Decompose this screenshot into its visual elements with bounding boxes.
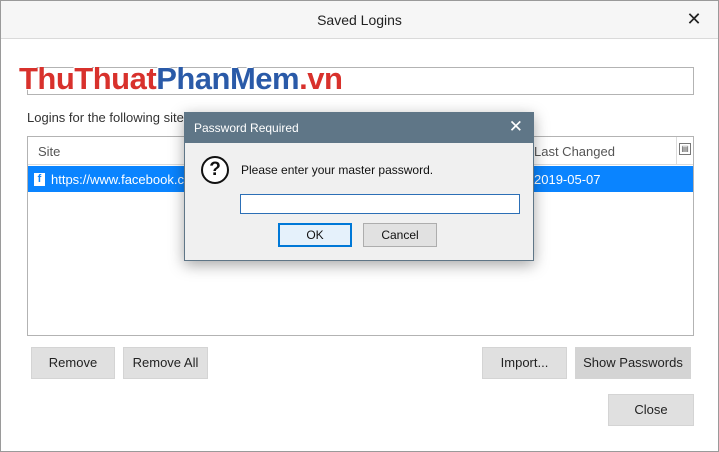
dialog-message: Please enter your master password. [241, 163, 434, 177]
window-titlebar: Saved Logins ✕ [1, 1, 718, 39]
master-password-input[interactable] [240, 194, 520, 214]
ok-button[interactable]: OK [278, 223, 352, 247]
remove-button[interactable]: Remove [31, 347, 115, 379]
dialog-close-icon[interactable]: ✕ [509, 117, 523, 137]
watermark-logo: ThuThuatPhanMem.vn [19, 61, 343, 96]
show-passwords-button[interactable]: Show Passwords [575, 347, 691, 379]
cancel-button[interactable]: Cancel [363, 223, 437, 247]
column-separator [676, 137, 677, 165]
password-required-dialog: Password Required ✕ ? Please enter your … [184, 112, 534, 261]
column-header-last-changed[interactable]: Last Changed [534, 144, 615, 159]
dialog-titlebar: Password Required ✕ [185, 113, 533, 143]
window-close-icon[interactable]: ✕ [684, 9, 704, 29]
facebook-icon: f [34, 173, 45, 186]
column-header-site[interactable]: Site [38, 144, 60, 159]
logins-description: Logins for the following sites [27, 110, 191, 125]
row-site: https://www.facebook.com [51, 172, 203, 187]
close-button[interactable]: Close [608, 394, 694, 426]
remove-all-button[interactable]: Remove All [123, 347, 208, 379]
import-button[interactable]: Import... [482, 347, 567, 379]
question-icon: ? [201, 156, 229, 184]
row-last-changed: 2019-05-07 [534, 172, 601, 187]
window-title: Saved Logins [317, 12, 402, 28]
dialog-title: Password Required [194, 121, 299, 135]
column-picker-icon[interactable]: ▤ [679, 143, 691, 155]
